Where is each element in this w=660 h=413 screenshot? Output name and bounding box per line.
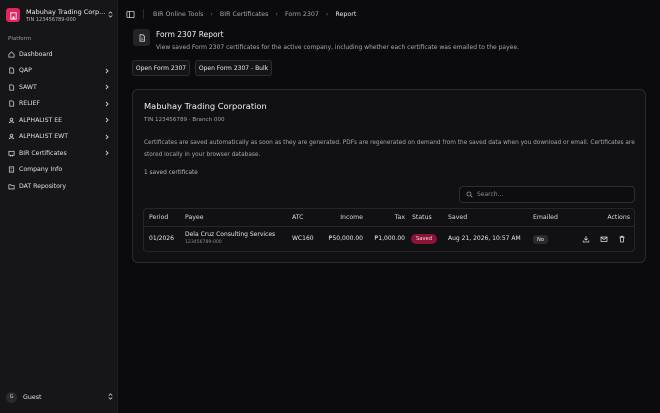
certificate-icon bbox=[8, 150, 15, 157]
building-icon bbox=[8, 166, 15, 173]
sidebar-item-label: RELIEF bbox=[19, 100, 40, 108]
sidebar-item-alphalist-ewt[interactable]: ALPHALIST EWT bbox=[4, 129, 114, 146]
certificate-count: 1 saved certificate bbox=[144, 170, 198, 176]
column-status: Status bbox=[412, 214, 432, 221]
mail-icon[interactable] bbox=[600, 235, 608, 243]
sidebar-item-label: DAT Repository bbox=[19, 182, 67, 190]
column-tax: Tax bbox=[394, 214, 405, 221]
sidebar-item-label: SAWT bbox=[19, 83, 37, 91]
document-icon bbox=[8, 100, 15, 107]
breadcrumb-separator-icon: › bbox=[325, 10, 329, 18]
column-payee: Payee bbox=[185, 214, 204, 221]
sidebar-item-label: BIR Certificates bbox=[19, 149, 67, 157]
company-logo bbox=[6, 8, 20, 22]
trash-icon[interactable] bbox=[618, 235, 626, 243]
certificates-table: Period Payee ATC Income Tax Status Saved… bbox=[143, 208, 635, 252]
sidebar-item-dat-repository[interactable]: DAT Repository bbox=[4, 178, 114, 195]
home-icon bbox=[8, 51, 15, 58]
table-row: 01/2026 Dela Cruz Consulting Services 12… bbox=[144, 227, 634, 251]
sidebar-item-label: QAP bbox=[19, 67, 32, 75]
user-menu[interactable]: G Guest bbox=[6, 390, 114, 404]
chevron-right-icon bbox=[104, 101, 110, 107]
chevron-right-icon bbox=[104, 150, 110, 156]
card-description: Certificates are saved automatically as … bbox=[144, 140, 635, 158]
sidebar-item-relief[interactable]: RELIEF bbox=[4, 96, 114, 113]
certificates-card: Mabuhay Trading Corporation TIN 12345678… bbox=[132, 89, 646, 263]
sidebar-item-dashboard[interactable]: Dashboard bbox=[4, 46, 114, 63]
column-saved: Saved bbox=[448, 214, 468, 221]
document-icon bbox=[8, 84, 15, 91]
page-subtitle: View saved Form 2307 certificates for th… bbox=[156, 44, 519, 51]
sidebar-section-label: Platform bbox=[8, 36, 32, 42]
breadcrumb: BIR Online Tools › BIR Certificates › Fo… bbox=[153, 11, 356, 18]
search-box[interactable] bbox=[459, 186, 635, 203]
sidebar-item-sawt[interactable]: SAWT bbox=[4, 79, 114, 96]
cell-tax: ₱1,000.00 bbox=[374, 235, 405, 242]
users-icon bbox=[8, 117, 15, 124]
sidebar-item-qap[interactable]: QAP bbox=[4, 63, 114, 80]
sidebar-item-bir-certificates[interactable]: BIR Certificates bbox=[4, 145, 114, 162]
sidebar-item-alphalist-ee[interactable]: ALPHALIST EE bbox=[4, 112, 114, 129]
cell-income: ₱50,000.00 bbox=[328, 235, 363, 242]
cell-atc: WC160 bbox=[292, 235, 314, 242]
card-tin-branch: TIN 123456789 · Branch 000 bbox=[144, 117, 225, 123]
users-icon bbox=[8, 133, 15, 140]
breadcrumb-separator-icon: › bbox=[210, 10, 213, 18]
column-atc: ATC bbox=[292, 214, 304, 221]
cell-payee-name: Dela Cruz Consulting Services bbox=[185, 231, 276, 238]
company-switcher[interactable]: Mabuhay Trading Corp... TIN 123456789-00… bbox=[6, 5, 114, 25]
table-header: Period Payee ATC Income Tax Status Saved… bbox=[144, 209, 634, 227]
breadcrumb-item[interactable]: Form 2307 bbox=[285, 11, 319, 18]
sidebar: Mabuhay Trading Corp... TIN 123456789-00… bbox=[0, 0, 118, 413]
sidebar-item-label: Dashboard bbox=[19, 50, 53, 58]
sidebar-toggle-icon[interactable] bbox=[126, 10, 135, 19]
sidebar-item-label: ALPHALIST EWT bbox=[19, 133, 69, 141]
chevron-right-icon bbox=[104, 68, 110, 74]
chevron-right-icon bbox=[104, 84, 110, 90]
divider bbox=[143, 9, 144, 19]
search-input[interactable] bbox=[477, 191, 634, 198]
column-income: Income bbox=[340, 214, 363, 221]
open-form-2307-bulk-button[interactable]: Open Form 2307 - Bulk bbox=[195, 60, 272, 76]
sidebar-item-company-info[interactable]: Company Info bbox=[4, 162, 114, 179]
search-icon bbox=[466, 191, 473, 198]
open-form-2307-button[interactable]: Open Form 2307 bbox=[132, 60, 190, 76]
status-badge: Saved bbox=[411, 234, 438, 244]
company-tin: TIN 123456789-000 bbox=[26, 16, 76, 23]
column-emailed: Emailed bbox=[533, 214, 558, 221]
company-name: Mabuhay Trading Corp... bbox=[26, 7, 106, 16]
building-icon bbox=[9, 11, 17, 20]
cell-payee-tin: 123456789-000 bbox=[185, 240, 222, 245]
breadcrumb-item[interactable]: BIR Online Tools bbox=[153, 11, 203, 18]
folder-icon bbox=[8, 183, 15, 190]
chevron-right-icon bbox=[104, 117, 110, 123]
avatar: G bbox=[6, 391, 17, 403]
sidebar-item-label: ALPHALIST EE bbox=[19, 116, 63, 124]
file-text-icon bbox=[133, 29, 150, 46]
sidebar-nav: Dashboard QAP SAWT RELIEF ALPHALIST EE A… bbox=[4, 46, 114, 195]
card-company-name: Mabuhay Trading Corporation bbox=[144, 101, 267, 111]
cell-period: 01/2026 bbox=[149, 235, 174, 242]
cell-saved: Aug 21, 2026, 10:57 AM bbox=[448, 235, 521, 242]
chevrons-up-down-icon bbox=[106, 10, 114, 20]
breadcrumb-current: Report bbox=[335, 10, 357, 18]
document-icon bbox=[8, 67, 15, 74]
emailed-badge: No bbox=[533, 235, 549, 244]
column-period: Period bbox=[149, 214, 169, 221]
column-actions: Actions bbox=[607, 214, 630, 221]
top-bar: BIR Online Tools › BIR Certificates › Fo… bbox=[118, 0, 660, 28]
page-title: Form 2307 Report bbox=[156, 30, 224, 39]
breadcrumb-separator-icon: › bbox=[275, 10, 278, 18]
sidebar-item-label: Company Info bbox=[19, 166, 63, 174]
chevron-right-icon bbox=[104, 134, 110, 140]
chevrons-up-down-icon bbox=[106, 392, 114, 402]
breadcrumb-item[interactable]: BIR Certificates bbox=[220, 11, 269, 18]
user-name: Guest bbox=[23, 393, 42, 401]
download-icon[interactable] bbox=[582, 235, 590, 243]
